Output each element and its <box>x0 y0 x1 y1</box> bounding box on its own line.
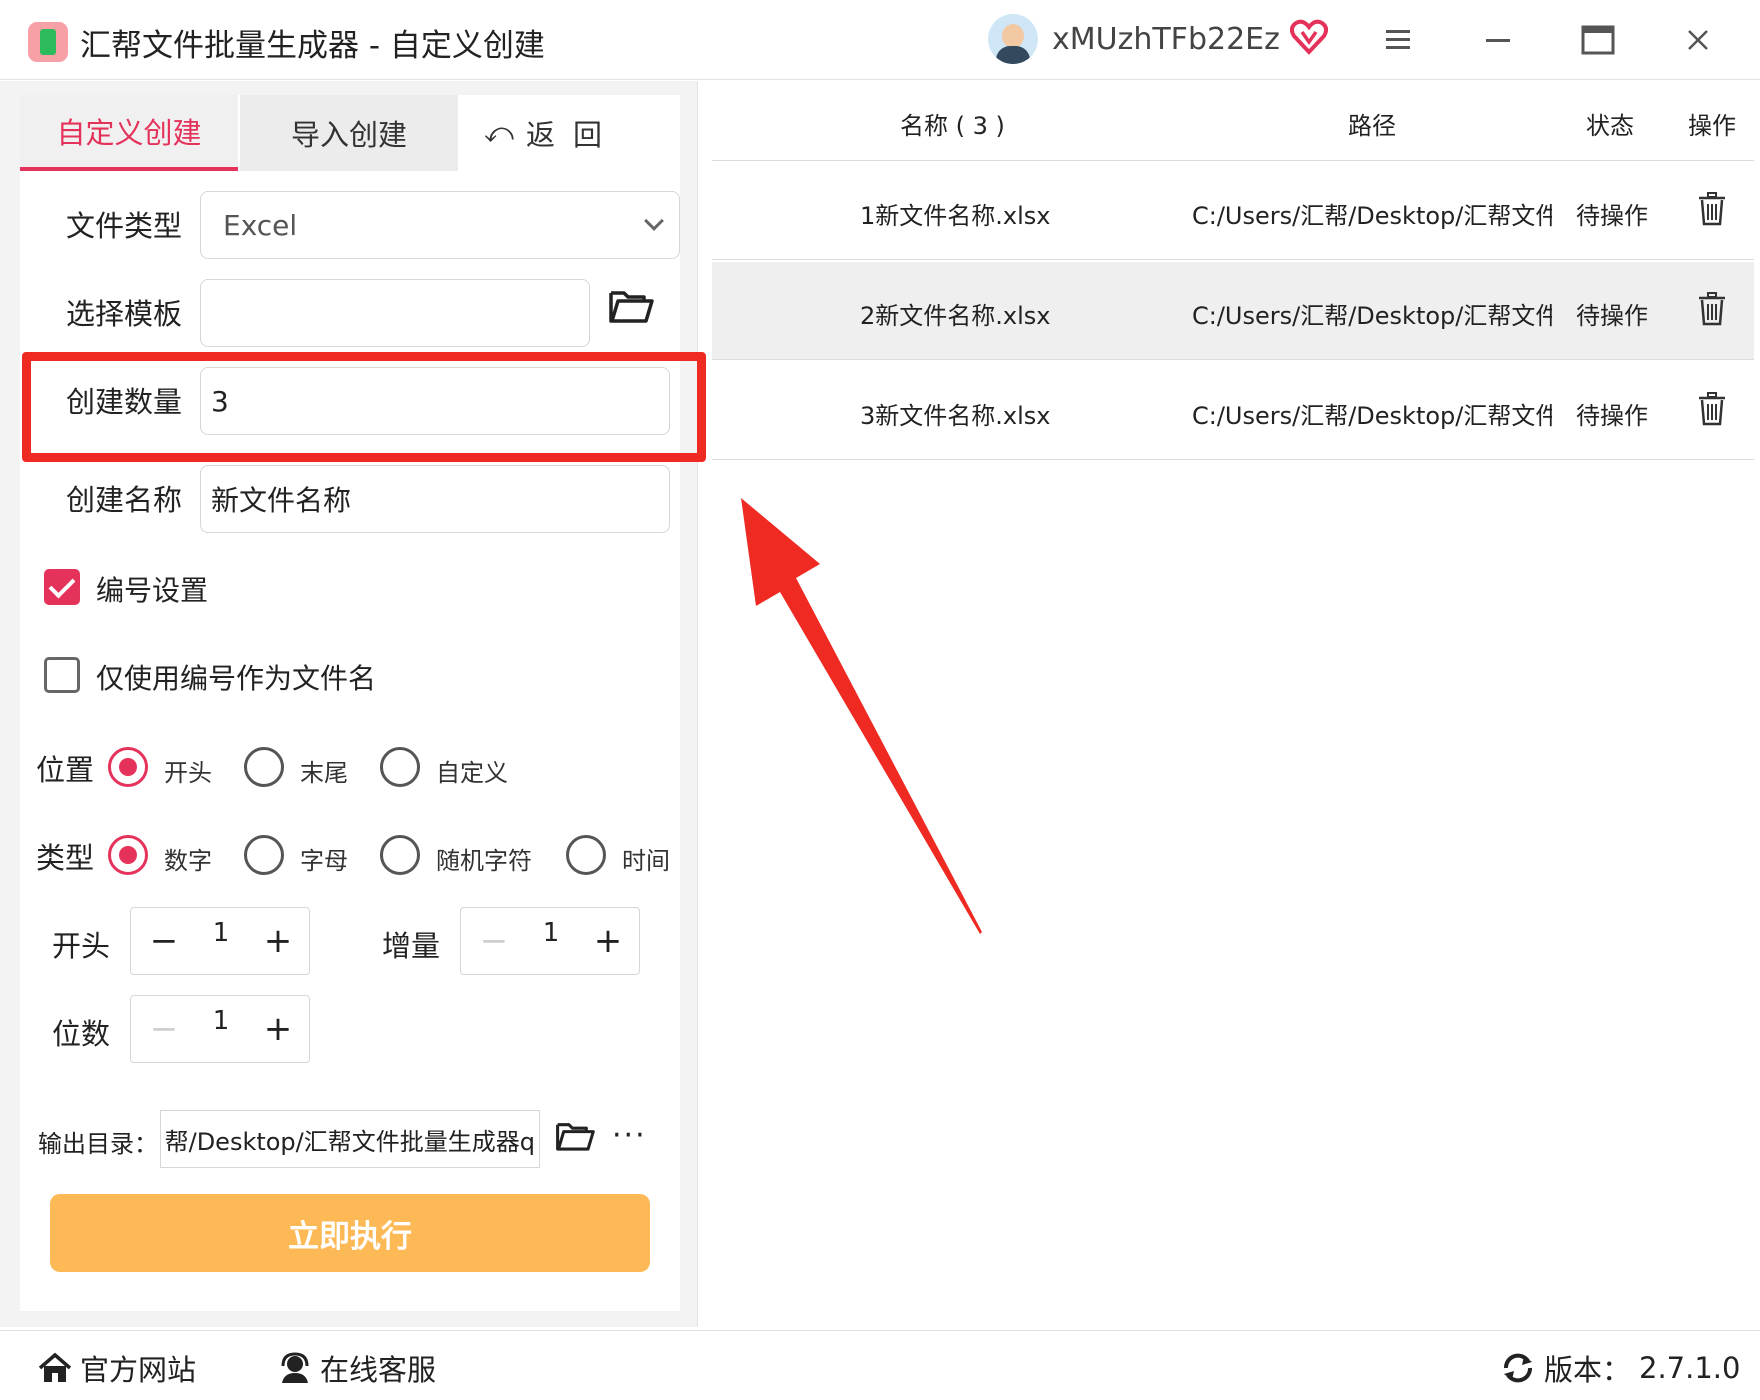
official-website-label: 官方网站 <box>80 1353 197 1387</box>
home-icon <box>38 1352 72 1382</box>
run-now-button[interactable]: 立即执行 <box>50 1194 650 1272</box>
radio-type-random-label: 随机字符 <box>436 847 532 875</box>
template-field[interactable] <box>200 279 590 347</box>
close-icon[interactable] <box>1672 14 1724 66</box>
window-title: 汇帮文件批量生成器 - 自定义创建 <box>80 28 545 64</box>
trash-icon[interactable] <box>1698 292 1726 326</box>
trash-icon[interactable] <box>1698 192 1726 226</box>
tab-custom-create[interactable]: 自定义创建 <box>20 95 238 171</box>
row-status: 待操作 <box>1576 202 1648 230</box>
name-label: 创建名称 <box>66 483 183 517</box>
numbering-label: 编号设置 <box>96 574 209 607</box>
start-stepper: − 1 + <box>130 907 310 975</box>
version-info: 版本： 2.7.1.0 <box>1500 1347 1740 1389</box>
start-value[interactable]: 1 <box>189 918 253 948</box>
row-status: 待操作 <box>1576 402 1648 430</box>
back-icon: ⤺ <box>484 116 514 149</box>
row-path: C:/Users/汇帮/Desktop/汇帮文件 <box>1192 302 1552 330</box>
output-folder-icon[interactable] <box>555 1119 595 1153</box>
output-dir-label: 输出目录： <box>38 1130 158 1158</box>
username[interactable]: xMUzhTFb22Ez <box>1052 22 1280 57</box>
only-number-checkbox[interactable] <box>44 657 80 693</box>
table-row[interactable]: 2新文件名称.xlsx C:/Users/汇帮/Desktop/汇帮文件 待操作 <box>712 262 1754 360</box>
radio-type-random[interactable] <box>380 835 420 875</box>
footer-bar: 官方网站 在线客服 版本： 2.7.1.0 <box>0 1330 1760 1400</box>
minimize-icon[interactable] <box>1472 14 1524 66</box>
name-input[interactable]: 新文件名称 <box>200 465 670 533</box>
tab-import-create[interactable]: 导入创建 <box>240 95 458 171</box>
maximize-icon[interactable] <box>1572 14 1624 66</box>
title-bar: 汇帮文件批量生成器 - 自定义创建 xMUzhTFb22Ez <box>0 0 1760 80</box>
only-number-label: 仅使用编号作为文件名 <box>96 662 377 695</box>
digits-decrement-button[interactable]: − <box>141 1006 187 1052</box>
column-header-path[interactable]: 路径 <box>1348 106 1396 141</box>
increment-label: 增量 <box>382 929 441 963</box>
radio-position-end-label: 末尾 <box>300 759 348 787</box>
radio-position-custom-label: 自定义 <box>436 759 508 787</box>
numbering-checkbox[interactable] <box>44 569 80 605</box>
radio-position-end[interactable] <box>244 747 284 787</box>
type-label: 类型 <box>36 841 95 875</box>
file-type-select[interactable]: Excel <box>200 191 680 259</box>
trash-icon[interactable] <box>1698 392 1726 426</box>
row-path: C:/Users/汇帮/Desktop/汇帮文件 <box>1192 202 1552 230</box>
digits-increment-button[interactable]: + <box>255 1006 301 1052</box>
radio-position-custom[interactable] <box>380 747 420 787</box>
template-label: 选择模板 <box>66 297 183 331</box>
radio-type-number[interactable] <box>108 835 148 875</box>
online-support-label: 在线客服 <box>320 1353 437 1387</box>
column-header-status[interactable]: 状态 <box>1586 106 1634 141</box>
radio-type-time-label: 时间 <box>622 847 670 875</box>
increment-decrement-button[interactable]: − <box>471 918 517 964</box>
official-website-link[interactable]: 官方网站 <box>38 1347 196 1389</box>
increment-stepper: − 1 + <box>460 907 640 975</box>
avatar[interactable] <box>988 14 1038 64</box>
folder-icon[interactable] <box>608 287 654 325</box>
table-header-divider <box>712 160 1754 161</box>
digits-label: 位数 <box>52 1017 111 1051</box>
chevron-down-icon <box>644 211 664 231</box>
start-label: 开头 <box>52 929 111 963</box>
position-label: 位置 <box>36 753 95 787</box>
radio-position-start[interactable] <box>108 747 148 787</box>
output-dir-path: 帮/Desktop/汇帮文件批量生成器q <box>164 1127 535 1156</box>
more-options-button[interactable]: ··· <box>612 1118 647 1153</box>
version-label: 版本： <box>1544 1353 1632 1387</box>
refresh-icon[interactable] <box>1500 1352 1536 1384</box>
back-button[interactable]: ⤺ 返回 <box>484 95 654 171</box>
output-dir-field[interactable]: 帮/Desktop/汇帮文件批量生成器q <box>160 1110 540 1168</box>
digits-value[interactable]: 1 <box>189 1006 253 1036</box>
increment-value[interactable]: 1 <box>519 918 583 948</box>
table-row[interactable]: 3新文件名称.xlsx C:/Users/汇帮/Desktop/汇帮文件 待操作 <box>712 362 1754 460</box>
radio-type-number-label: 数字 <box>164 847 212 875</box>
back-label: 返回 <box>525 118 620 152</box>
app-icon <box>28 22 68 62</box>
column-header-name[interactable]: 名称 ( 3 ) <box>900 106 1005 141</box>
radio-type-letter[interactable] <box>244 835 284 875</box>
menu-icon[interactable] <box>1372 14 1424 66</box>
file-type-value: Excel <box>223 208 298 242</box>
column-header-action: 操作 <box>1688 112 1736 140</box>
row-name: 1新文件名称.xlsx <box>860 202 1051 230</box>
radio-type-letter-label: 字母 <box>300 847 348 875</box>
vip-heart-icon[interactable] <box>1290 18 1328 56</box>
table-row[interactable]: 1新文件名称.xlsx C:/Users/汇帮/Desktop/汇帮文件 待操作 <box>712 162 1754 260</box>
version-value: 2.7.1.0 <box>1639 1351 1741 1385</box>
row-name: 2新文件名称.xlsx <box>860 302 1051 330</box>
increment-increment-button[interactable]: + <box>585 918 631 964</box>
radio-position-start-label: 开头 <box>164 759 212 787</box>
row-name: 3新文件名称.xlsx <box>860 402 1051 430</box>
file-type-label: 文件类型 <box>66 209 183 243</box>
settings-panel: 自定义创建 导入创建 ⤺ 返回 文件类型 Excel 选择模板 创建数量 3 创… <box>0 81 698 1327</box>
online-support-link[interactable]: 在线客服 <box>278 1347 436 1389</box>
row-path: C:/Users/汇帮/Desktop/汇帮文件 <box>1192 402 1552 430</box>
headset-icon <box>281 1352 309 1383</box>
start-decrement-button[interactable]: − <box>141 918 187 964</box>
radio-type-time[interactable] <box>566 835 606 875</box>
digits-stepper: − 1 + <box>130 995 310 1063</box>
highlight-box <box>22 352 706 462</box>
start-increment-button[interactable]: + <box>255 918 301 964</box>
row-status: 待操作 <box>1576 302 1648 330</box>
